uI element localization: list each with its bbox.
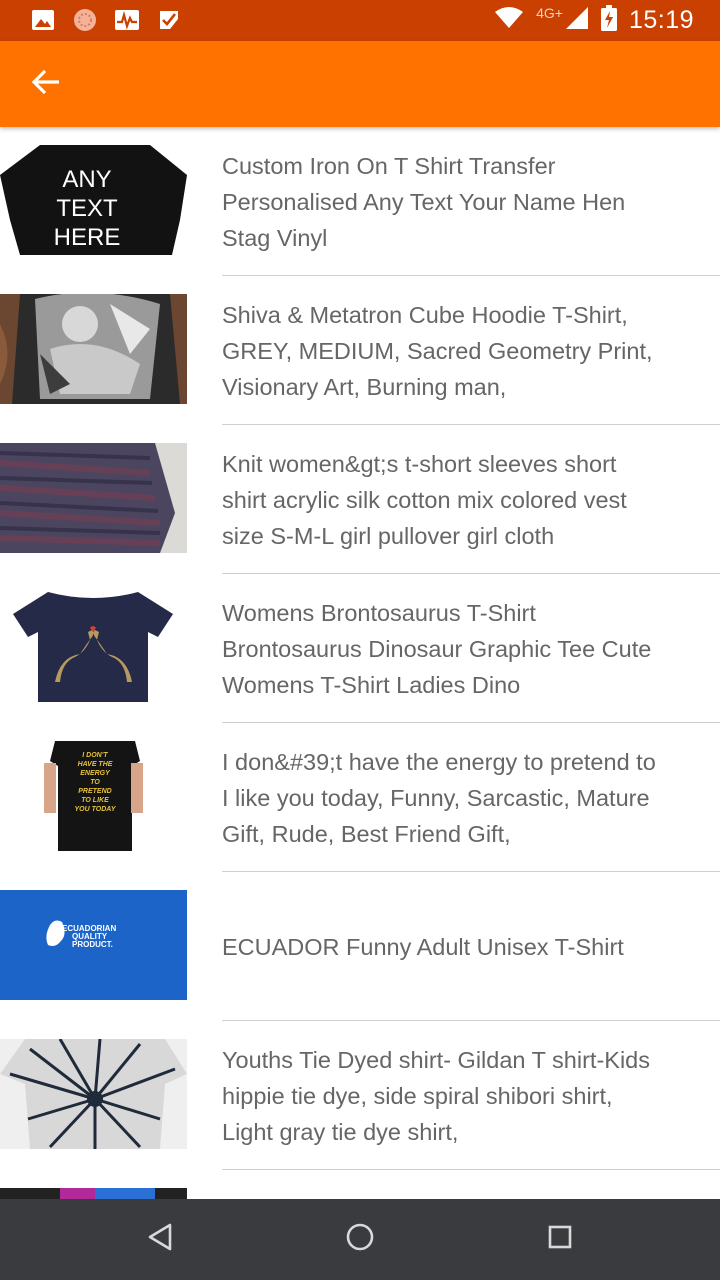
nav-recents-icon [548, 1225, 572, 1254]
product-item[interactable] [0, 1170, 720, 1199]
nav-back-icon [147, 1223, 173, 1256]
thumb-text: PRETEND [78, 788, 111, 795]
system-nav-bar [0, 1199, 720, 1280]
product-title: Custom Iron On T Shirt Transfer Personal… [222, 152, 626, 251]
product-title: I don&#39;t have the energy to pretend t… [222, 748, 656, 847]
thumb-text: TO [90, 779, 100, 786]
thumb-text: TEXT [56, 195, 118, 222]
product-thumbnail: ECUADORIAN QUALITY PRODUCT. [0, 890, 187, 1000]
product-title: Shiva & Metatron Cube Hoodie T-Shirt, GR… [222, 301, 653, 400]
clock: 15:19 [628, 6, 694, 34]
thumb-text: PRODUCT. [72, 940, 113, 949]
nav-home-button[interactable] [338, 1217, 382, 1261]
back-button[interactable] [18, 58, 74, 110]
thumb-text: I DON'T [82, 752, 108, 759]
thumb-text: ANY [62, 166, 111, 193]
product-title: Youths Tie Dyed shirt- Gildan T shirt-Ki… [222, 1046, 650, 1145]
gallery-icon [30, 7, 56, 33]
product-thumbnail [0, 443, 187, 553]
arrow-left-icon [31, 69, 61, 100]
network-type: 4G+ [536, 4, 563, 21]
task-icon [156, 7, 182, 33]
app-icon [72, 7, 98, 33]
product-thumbnail [0, 1188, 187, 1199]
product-title: ECUADOR Funny Adult Unisex T-Shirt [222, 933, 624, 960]
product-title: Knit women&gt;s t-short sleeves short sh… [222, 450, 627, 549]
product-thumbnail [0, 592, 187, 702]
signal-icon [565, 6, 589, 35]
product-thumbnail: ANY TEXT HERE [0, 145, 187, 255]
product-item[interactable]: ANY TEXT HERE Custom Iron On T Shirt Tra… [0, 127, 720, 276]
product-item[interactable]: Womens Brontosaurus T-Shirt Brontosaurus… [0, 574, 720, 723]
nav-recents-button[interactable] [538, 1217, 582, 1261]
wifi-icon [494, 7, 524, 34]
status-bar: 4G+ 15:19 [0, 0, 720, 41]
product-thumbnail: I DON'T HAVE THE ENERGY TO PRETEND TO LI… [0, 741, 187, 851]
product-item[interactable]: Knit women&gt;s t-short sleeves short sh… [0, 425, 720, 574]
battery-charging-icon [600, 5, 617, 36]
product-thumbnail [0, 1039, 187, 1149]
nav-back-button[interactable] [138, 1217, 182, 1261]
thumb-text: HAVE THE [78, 761, 113, 768]
app-bar [0, 41, 720, 127]
product-title: Womens Brontosaurus T-Shirt Brontosaurus… [222, 599, 652, 698]
thumb-text: ENERGY [80, 770, 111, 777]
product-item[interactable]: I DON'T HAVE THE ENERGY TO PRETEND TO LI… [0, 723, 720, 872]
product-thumbnail [0, 294, 187, 404]
thumb-text: HERE [54, 224, 121, 251]
system-indicators: 4G+ 15:19 [494, 0, 694, 41]
thumb-text: TO LIKE [81, 797, 109, 804]
product-item[interactable]: Youths Tie Dyed shirt- Gildan T shirt-Ki… [0, 1021, 720, 1170]
nav-home-icon [346, 1223, 374, 1256]
product-item[interactable]: ECUADORIAN QUALITY PRODUCT. ECUADOR Funn… [0, 872, 720, 1021]
notification-icons [30, 7, 182, 33]
product-list[interactable]: ANY TEXT HERE Custom Iron On T Shirt Tra… [0, 127, 720, 1199]
product-item[interactable]: Shiva & Metatron Cube Hoodie T-Shirt, GR… [0, 276, 720, 425]
thumb-text: YOU TODAY [75, 806, 117, 813]
activity-icon [114, 7, 140, 33]
